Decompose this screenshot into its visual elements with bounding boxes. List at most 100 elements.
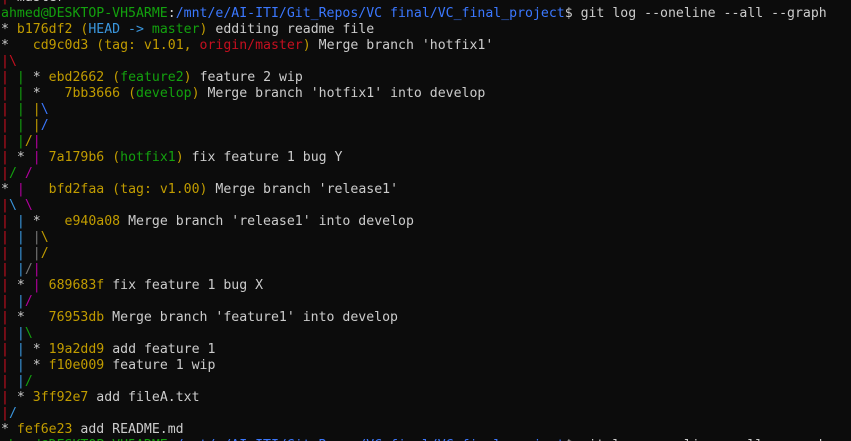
terminal-text-segment: master — [17, 0, 65, 5]
terminal-text-segment: | — [32, 134, 41, 149]
terminal-text-segment: | — [1, 198, 9, 213]
terminal-line: | | * 19a2dd9 add feature 1 — [1, 342, 851, 358]
terminal-text-segment: 689683f — [48, 278, 105, 293]
terminal-text-segment: | — [16, 358, 33, 373]
terminal-text-segment: feature 1 wip — [104, 358, 216, 373]
terminal-line: | | * 7bb3666 (develop) Merge branch 'ho… — [1, 86, 851, 102]
terminal-text-segment: | — [1, 390, 17, 405]
terminal-line: | * | 7a179b6 (hotfix1) fix feature 1 bu… — [1, 150, 851, 166]
terminal-text-segment: | — [1, 358, 17, 373]
terminal-text-segment: fix feature 1 bug Y — [183, 150, 343, 165]
terminal-line: |\ — [1, 54, 851, 70]
terminal-text-segment: 19a2dd9 — [48, 342, 105, 357]
terminal-line: | * 76953db Merge branch 'feature1' into… — [1, 310, 851, 326]
terminal-text-segment: | — [1, 310, 17, 325]
terminal-text-segment: cd9c0d3 — [32, 38, 89, 53]
terminal-text-segment: fef6e23 — [16, 422, 73, 437]
terminal-text-segment: | — [16, 374, 25, 389]
terminal-line: ahmed@DESKTOP-VH5ARME:/mnt/e/AI-ITI/Git_… — [1, 6, 851, 22]
terminal-line: | | |\ — [1, 102, 851, 118]
terminal-text-segment: |\ — [1, 54, 17, 69]
terminal-line: | * 3ff92e7 add fileA.txt — [1, 390, 851, 406]
terminal-text-segment: , — [183, 38, 200, 53]
terminal-text-segment: ahmed@DESKTOP-VH5ARME — [1, 6, 168, 21]
terminal-text-segment: / — [24, 294, 33, 309]
terminal-text-segment: | — [1, 102, 17, 117]
terminal-text-segment: ) — [175, 150, 184, 165]
terminal-text-segment: Merge branch 'hotfix1' into develop — [199, 86, 486, 101]
terminal-text-segment: $ git log --oneline --all --graph — [564, 6, 827, 21]
terminal-text-segment: feature2 — [120, 70, 184, 85]
terminal-text-segment: ) — [191, 86, 200, 101]
terminal-text-segment: develop — [136, 86, 192, 101]
terminal-text-segment: * — [16, 278, 33, 293]
terminal-line: | |/ — [1, 374, 851, 390]
terminal-text-segment: | — [1, 278, 17, 293]
terminal-text-segment: HEAD -> — [88, 22, 152, 37]
terminal-text-segment: | — [32, 118, 41, 133]
terminal-text-segment: origin/master — [199, 38, 303, 53]
terminal-text-segment: Merge branch 'feature1' into develop — [104, 310, 398, 325]
terminal-line: |\ \ — [1, 198, 851, 214]
terminal-text-segment: | — [1, 294, 17, 309]
terminal-line: | | |\ — [1, 230, 851, 246]
terminal-text-segment: ebd2662 — [48, 70, 105, 85]
terminal-text-segment: | — [1, 374, 17, 389]
terminal-text-segment: \ — [40, 230, 49, 245]
terminal-text-segment: | — [32, 102, 41, 117]
terminal-text-segment: 7a179b6 — [48, 150, 105, 165]
terminal-line: | | |/ — [1, 246, 851, 262]
terminal-text-segment: tag: v1.00 — [120, 182, 200, 197]
terminal-line: | |/| — [1, 262, 851, 278]
terminal-text-segment: | — [1, 342, 17, 357]
terminal-text-segment: | — [1, 0, 17, 5]
terminal-text-segment: / — [24, 134, 33, 149]
terminal-text-segment: | — [16, 262, 25, 277]
terminal-text-segment: | — [16, 134, 25, 149]
terminal-text-segment: 76953db — [48, 310, 105, 325]
terminal-text-segment: | — [32, 150, 49, 165]
terminal-text-segment: | — [16, 86, 33, 101]
terminal-text-segment: Merge branch 'release1' into develop — [120, 214, 414, 229]
terminal-text-segment: ( — [120, 86, 137, 101]
terminal-text-segment: * — [32, 342, 49, 357]
terminal-text-segment: : — [167, 6, 176, 21]
terminal-text-segment: \ — [24, 326, 33, 341]
terminal-line: | |\ — [1, 326, 851, 342]
terminal-text-segment: | — [16, 214, 33, 229]
terminal-text-segment: ( — [104, 182, 121, 197]
terminal-text-segment: e940a08 — [64, 214, 121, 229]
terminal-text-segment: ( — [72, 22, 89, 37]
terminal-text-segment: | — [32, 246, 41, 261]
terminal-line: |/ — [1, 406, 851, 422]
terminal-text-segment: 7bb3666 — [64, 86, 121, 101]
terminal-text-segment: * — [32, 86, 65, 101]
terminal-text-segment: | — [1, 118, 17, 133]
terminal-text-segment: hotfix1 — [120, 150, 176, 165]
terminal-text-segment: / — [8, 166, 25, 181]
terminal-output: | masterahmed@DESKTOP-VH5ARME:/mnt/e/AI-… — [1, 0, 851, 441]
terminal-text-segment: * — [32, 358, 49, 373]
terminal-text-segment: | — [1, 166, 9, 181]
terminal-text-segment: feature 2 wip — [191, 70, 303, 85]
terminal-text-segment: | — [32, 230, 41, 245]
terminal-text-segment: | — [16, 118, 33, 133]
terminal-line: | | * ebd2662 (feature2) feature 2 wip — [1, 70, 851, 86]
terminal-text-segment: | — [32, 278, 49, 293]
terminal-text-segment: /mnt/e/AI-ITI/Git_Repos/VC final/VC_fina… — [175, 6, 565, 21]
terminal-text-segment: add fileA.txt — [88, 390, 200, 405]
terminal-line: | |/ — [1, 294, 851, 310]
terminal-text-segment: * — [1, 182, 17, 197]
terminal-text-segment: / — [40, 118, 49, 133]
terminal-line: |/ / — [1, 166, 851, 182]
terminal-text-segment: | — [1, 86, 17, 101]
terminal-text-segment: add README.md — [72, 422, 184, 437]
terminal-text-segment: ( — [88, 38, 105, 53]
terminal-text-segment: / — [8, 406, 17, 421]
terminal-text-segment: Merge branch 'release1' — [207, 182, 399, 197]
terminal-window[interactable]: | masterahmed@DESKTOP-VH5ARME:/mnt/e/AI-… — [0, 0, 851, 441]
terminal-text-segment: | — [16, 70, 33, 85]
terminal-text-segment: * — [32, 214, 65, 229]
terminal-text-segment: ) — [302, 38, 311, 53]
terminal-text-segment: * — [1, 422, 17, 437]
